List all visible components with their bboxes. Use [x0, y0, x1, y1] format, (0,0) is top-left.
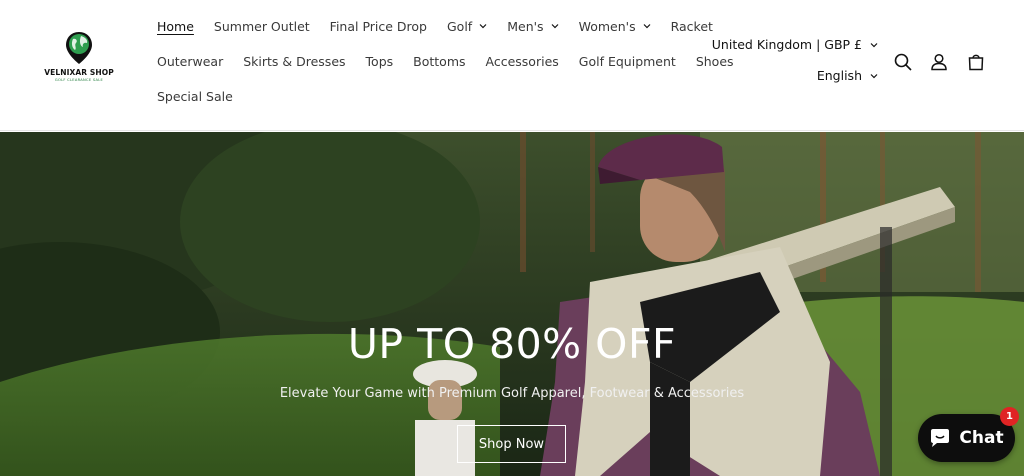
brand-logo[interactable]: VELNIXAR SHOP GOLF CLEARANCE SALE [40, 30, 118, 94]
nav-label: Women's [578, 18, 636, 34]
nav-item-home[interactable]: Home [147, 16, 204, 36]
nav-item-summer-outlet[interactable]: Summer Outlet [204, 16, 320, 36]
main-nav-row-3: Special Sale [147, 86, 243, 106]
nav-label: Golf [447, 18, 473, 34]
chevron-down-icon [551, 22, 559, 30]
nav-item-tops[interactable]: Tops [356, 51, 404, 71]
shop-now-button[interactable]: Shop Now [457, 425, 566, 463]
chat-bubble-icon [929, 428, 951, 448]
chevron-down-icon [479, 22, 487, 30]
hero-title: UP TO 80% OFF [347, 320, 677, 368]
nav-item-mens[interactable]: Men's [497, 16, 568, 36]
nav-label: Golf Equipment [578, 53, 676, 69]
globe-pin-icon [66, 32, 92, 64]
nav-label: Outerwear [157, 53, 224, 69]
hero-subtitle: Elevate Your Game with Premium Golf Appa… [279, 386, 745, 401]
nav-item-accessories[interactable]: Accessories [476, 51, 569, 71]
chevron-down-icon [870, 41, 878, 49]
nav-label: Accessories [485, 53, 559, 69]
language-label: English [816, 68, 862, 83]
language-selector[interactable]: English [817, 68, 878, 83]
main-nav-row-2: Outerwear Skirts & Dresses Tops Bottoms … [147, 51, 744, 71]
nav-label: Special Sale [157, 88, 233, 104]
chevron-down-icon [643, 22, 651, 30]
nav-item-golf[interactable]: Golf [437, 16, 497, 36]
account-icon[interactable] [927, 50, 951, 74]
nav-item-final-price-drop[interactable]: Final Price Drop [320, 16, 437, 36]
nav-item-racket[interactable]: Racket [661, 16, 723, 36]
chat-unread-badge: 1 [1000, 407, 1019, 426]
search-icon[interactable] [891, 50, 915, 74]
nav-label: Final Price Drop [329, 18, 427, 34]
site-header: VELNIXAR SHOP GOLF CLEARANCE SALE Home S… [0, 0, 1024, 131]
nav-item-bottoms[interactable]: Bottoms [403, 51, 475, 71]
nav-label: Shoes [695, 53, 734, 69]
nav-label: Summer Outlet [213, 18, 310, 34]
nav-item-special-sale[interactable]: Special Sale [147, 86, 243, 106]
country-currency-label: United Kingdom | GBP £ [711, 37, 862, 52]
cart-icon[interactable] [964, 50, 988, 74]
country-currency-selector[interactable]: United Kingdom | GBP £ [712, 37, 878, 52]
nav-item-golf-equipment[interactable]: Golf Equipment [569, 51, 686, 71]
nav-item-shoes[interactable]: Shoes [686, 51, 744, 71]
main-nav-row-1: Home Summer Outlet Final Price Drop Golf… [147, 16, 723, 36]
hero-banner: UP TO 80% OFF Elevate Your Game with Pre… [0, 132, 1024, 476]
brand-name: VELNIXAR SHOP [44, 68, 114, 77]
nav-label: Men's [507, 18, 544, 34]
nav-item-outerwear[interactable]: Outerwear [147, 51, 233, 71]
brand-tagline: GOLF CLEARANCE SALE [54, 78, 104, 82]
nav-label: Skirts & Dresses [243, 53, 346, 69]
nav-label: Racket [670, 18, 713, 34]
nav-item-womens[interactable]: Women's [569, 16, 661, 36]
nav-label: Home [157, 18, 194, 34]
chat-label: Chat [959, 428, 1004, 448]
chevron-down-icon [870, 72, 878, 80]
nav-label: Bottoms [413, 53, 466, 69]
nav-label: Tops [365, 53, 394, 69]
nav-item-skirts-dresses[interactable]: Skirts & Dresses [233, 51, 355, 71]
